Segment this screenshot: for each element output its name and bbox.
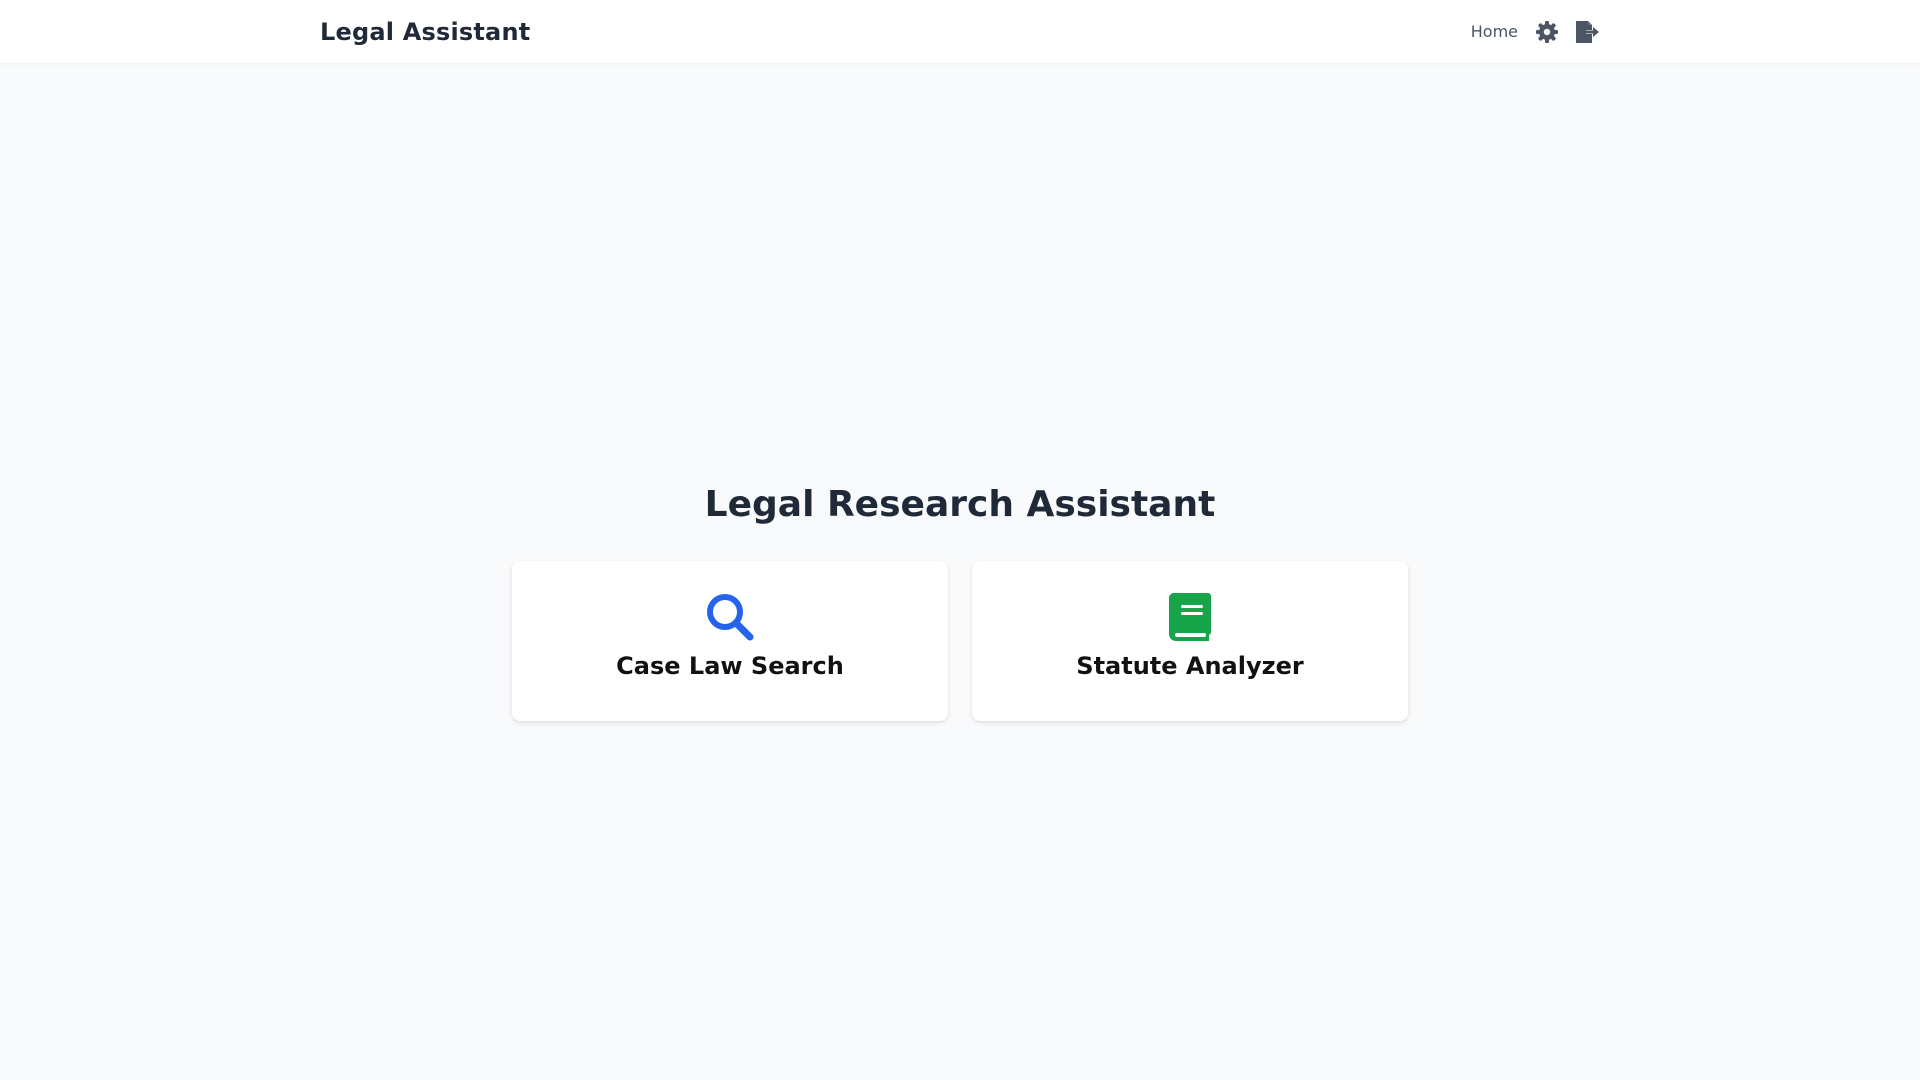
case-law-search-card[interactable]: Case Law Search [512,561,948,721]
tool-cards: Case Law Search Statute Analyzer [512,561,1408,721]
search-icon [705,592,755,642]
main-content: Legal Research Assistant Case Law Search [0,63,1920,1080]
app-brand[interactable]: Legal Assistant [320,18,530,46]
statute-analyzer-card[interactable]: Statute Analyzer [972,561,1408,721]
home-link[interactable]: Home [1471,22,1518,41]
sign-out-icon[interactable] [1574,19,1600,45]
gear-icon[interactable] [1534,19,1560,45]
page-title: Legal Research Assistant [704,484,1216,525]
card-label: Statute Analyzer [1076,652,1304,680]
book-icon [1165,592,1215,642]
navbar: Legal Assistant Home [0,0,1920,63]
card-label: Case Law Search [616,652,844,680]
nav-right: Home [1471,19,1600,45]
navbar-inner: Legal Assistant Home [320,0,1600,63]
